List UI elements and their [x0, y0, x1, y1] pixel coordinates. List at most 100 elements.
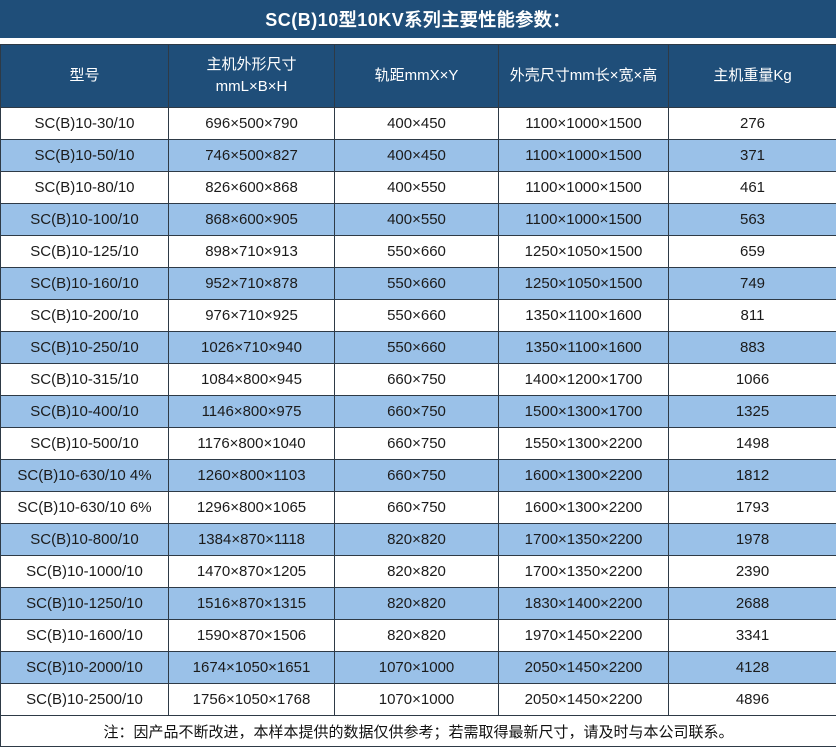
table-cell: 400×550: [335, 204, 499, 236]
table-cell: 952×710×878: [169, 268, 335, 300]
table-row: SC(B)10-315/101084×800×945660×7501400×12…: [1, 364, 836, 396]
table-cell: 820×820: [335, 556, 499, 588]
table-cell: SC(B)10-500/10: [1, 428, 169, 460]
column-header-main-dims-line2: mmL×B×H: [170, 76, 333, 99]
table-row: SC(B)10-125/10898×710×913550×6601250×105…: [1, 236, 836, 268]
table-header: 型号 主机外形尺寸 mmL×B×H 轨距mmX×Y 外壳尺寸mm长×宽×高 主机…: [1, 45, 836, 108]
table-cell: 660×750: [335, 492, 499, 524]
table-cell: 1146×800×975: [169, 396, 335, 428]
column-header-shell-dims-label: 外壳尺寸mm长×宽×高: [510, 67, 658, 84]
column-header-main-dims-line1: 主机外形尺寸: [170, 54, 333, 77]
table-cell: 1026×710×940: [169, 332, 335, 364]
table-row: SC(B)10-630/10 4%1260×800×1103660×750160…: [1, 460, 836, 492]
table-row: SC(B)10-50/10746×500×827400×4501100×1000…: [1, 140, 836, 172]
table-cell: 1700×1350×2200: [499, 524, 669, 556]
table-cell: 563: [669, 204, 836, 236]
column-header-shell-dims: 外壳尺寸mm长×宽×高: [499, 45, 669, 108]
table-cell: 461: [669, 172, 836, 204]
table-cell: SC(B)10-400/10: [1, 396, 169, 428]
column-header-rail-gauge: 轨距mmX×Y: [335, 45, 499, 108]
table-cell: 868×600×905: [169, 204, 335, 236]
table-row: SC(B)10-200/10976×710×925550×6601350×110…: [1, 300, 836, 332]
table-cell: SC(B)10-200/10: [1, 300, 169, 332]
table-cell: SC(B)10-160/10: [1, 268, 169, 300]
table-cell: 400×550: [335, 172, 499, 204]
table-cell: 1600×1300×2200: [499, 460, 669, 492]
table-cell: 1250×1050×1500: [499, 268, 669, 300]
table-cell: 1500×1300×1700: [499, 396, 669, 428]
table-cell: 1793: [669, 492, 836, 524]
table-cell: 820×820: [335, 524, 499, 556]
table-cell: SC(B)10-2500/10: [1, 684, 169, 716]
table-cell: 811: [669, 300, 836, 332]
table-cell: 1400×1200×1700: [499, 364, 669, 396]
table-cell: 1100×1000×1500: [499, 204, 669, 236]
table-cell: SC(B)10-2000/10: [1, 652, 169, 684]
table-cell: SC(B)10-50/10: [1, 140, 169, 172]
table-row: SC(B)10-250/101026×710×940550×6601350×11…: [1, 332, 836, 364]
table-cell: SC(B)10-30/10: [1, 108, 169, 140]
table-cell: 1325: [669, 396, 836, 428]
table-row: SC(B)10-1000/101470×870×1205820×8201700×…: [1, 556, 836, 588]
table-row: SC(B)10-630/10 6%1296×800×1065660×750160…: [1, 492, 836, 524]
table-cell: 746×500×827: [169, 140, 335, 172]
table-cell: 883: [669, 332, 836, 364]
table-cell: SC(B)10-250/10: [1, 332, 169, 364]
table-cell: 898×710×913: [169, 236, 335, 268]
table-row: SC(B)10-1250/101516×870×1315820×8201830×…: [1, 588, 836, 620]
table-cell: 1700×1350×2200: [499, 556, 669, 588]
table-row: SC(B)10-160/10952×710×878550×6601250×105…: [1, 268, 836, 300]
table-cell: SC(B)10-80/10: [1, 172, 169, 204]
table-cell: 1470×870×1205: [169, 556, 335, 588]
table-cell: 660×750: [335, 428, 499, 460]
table-cell: 749: [669, 268, 836, 300]
footnote-row: 注：因产品不断改进，本样本提供的数据仅供参考；若需取得最新尺寸，请及时与本公司联…: [1, 716, 836, 747]
column-header-model: 型号: [1, 45, 169, 108]
table-cell: 1070×1000: [335, 684, 499, 716]
table-cell: 1070×1000: [335, 652, 499, 684]
table-cell: 820×820: [335, 620, 499, 652]
table-cell: 1674×1050×1651: [169, 652, 335, 684]
column-header-main-dims: 主机外形尺寸 mmL×B×H: [169, 45, 335, 108]
table-cell: SC(B)10-100/10: [1, 204, 169, 236]
table-cell: 1100×1000×1500: [499, 172, 669, 204]
table-cell: 1100×1000×1500: [499, 140, 669, 172]
table-cell: 1590×870×1506: [169, 620, 335, 652]
table-cell: 2390: [669, 556, 836, 588]
table-footer: 注：因产品不断改进，本样本提供的数据仅供参考；若需取得最新尺寸，请及时与本公司联…: [1, 716, 836, 747]
table-cell: 1066: [669, 364, 836, 396]
table-cell: 3341: [669, 620, 836, 652]
table-cell: SC(B)10-630/10 6%: [1, 492, 169, 524]
table-cell: 550×660: [335, 236, 499, 268]
table-cell: 2688: [669, 588, 836, 620]
table-cell: 1350×1100×1600: [499, 332, 669, 364]
table-cell: 696×500×790: [169, 108, 335, 140]
table-body: SC(B)10-30/10696×500×790400×4501100×1000…: [1, 108, 836, 716]
table-cell: 276: [669, 108, 836, 140]
table-cell: 1550×1300×2200: [499, 428, 669, 460]
spec-sheet: SC(B)10型10KV系列主要性能参数： 型号 主机外形尺寸 mmL×B×H …: [0, 0, 836, 747]
table-cell: 371: [669, 140, 836, 172]
table-cell: 826×600×868: [169, 172, 335, 204]
column-header-weight-label: 主机重量Kg: [713, 67, 791, 84]
table-cell: 400×450: [335, 108, 499, 140]
table-cell: 660×750: [335, 460, 499, 492]
table-row: SC(B)10-1600/101590×870×1506820×8201970×…: [1, 620, 836, 652]
table-cell: 550×660: [335, 332, 499, 364]
table-cell: 1250×1050×1500: [499, 236, 669, 268]
table-cell: 2050×1450×2200: [499, 652, 669, 684]
table-cell: 2050×1450×2200: [499, 684, 669, 716]
table-cell: SC(B)10-1250/10: [1, 588, 169, 620]
table-cell: 1516×870×1315: [169, 588, 335, 620]
table-row: SC(B)10-100/10868×600×905400×5501100×100…: [1, 204, 836, 236]
page-title: SC(B)10型10KV系列主要性能参数：: [0, 0, 836, 38]
table-cell: SC(B)10-630/10 4%: [1, 460, 169, 492]
table-cell: SC(B)10-1600/10: [1, 620, 169, 652]
table-cell: 1978: [669, 524, 836, 556]
table-cell: 400×450: [335, 140, 499, 172]
table-cell: 1296×800×1065: [169, 492, 335, 524]
table-cell: 1350×1100×1600: [499, 300, 669, 332]
table-cell: 820×820: [335, 588, 499, 620]
page-title-text: SC(B)10型10KV系列主要性能参数：: [265, 6, 571, 32]
table-row: SC(B)10-30/10696×500×790400×4501100×1000…: [1, 108, 836, 140]
